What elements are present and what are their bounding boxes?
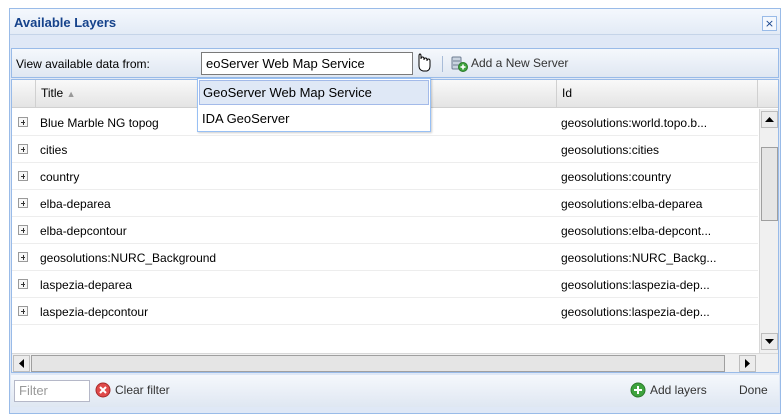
scroll-right-icon[interactable]	[739, 355, 756, 372]
plus-expander-icon[interactable]	[18, 198, 28, 208]
add-server-label: Add a New Server	[471, 56, 569, 70]
toolbar-separator	[442, 56, 443, 72]
scroll-down-icon[interactable]	[761, 333, 778, 350]
table-row[interactable]: laspezia-depcontour geosolutions:laspezia…	[12, 298, 758, 325]
dropdown-option-ida-geoserver[interactable]: IDA GeoServer	[199, 107, 429, 132]
layer-title-cell: elba-depcontour	[40, 224, 127, 238]
layer-id-cell: geosolutions:elba-deparea	[561, 197, 703, 211]
table-row[interactable]: laspezia-deparea geosolutions:laspezia-de…	[12, 271, 758, 298]
horizontal-scrollbar[interactable]	[12, 353, 778, 372]
layer-title-cell: elba-deparea	[40, 197, 111, 211]
plus-expander-icon[interactable]	[18, 117, 28, 127]
plus-expander-icon[interactable]	[18, 144, 28, 154]
horizontal-scroll-thumb[interactable]	[31, 355, 725, 372]
add-icon	[630, 382, 646, 398]
grid-bottom-toolbar: Filter Clear filter Add layers Done	[11, 375, 779, 407]
add-layers-button[interactable]: Add layers	[630, 382, 707, 399]
clear-filter-button[interactable]: Clear filter	[95, 382, 170, 399]
server-dropdown-list: GeoServer Web Map Service IDA GeoServer	[197, 78, 431, 132]
layer-id-cell: geosolutions:world.topo.b...	[561, 116, 708, 130]
dropdown-arrow-icon[interactable]	[415, 52, 433, 75]
expander-column-header	[12, 80, 36, 108]
table-row[interactable]: cities geosolutions:cities	[12, 136, 758, 163]
plus-expander-icon[interactable]	[18, 171, 28, 181]
database-add-icon	[450, 56, 468, 72]
clear-filter-label: Clear filter	[115, 383, 170, 397]
plus-expander-icon[interactable]	[18, 252, 28, 262]
title-header-label: Title	[41, 86, 64, 100]
vertical-scrollbar[interactable]	[759, 109, 778, 353]
server-select[interactable]: eoServer Web Map Service	[201, 52, 413, 75]
plus-expander-icon[interactable]	[18, 225, 28, 235]
layer-title-cell: laspezia-deparea	[40, 278, 133, 292]
layer-id-cell: geosolutions:NURC_Backg...	[561, 251, 717, 265]
id-header-label: Id	[562, 86, 573, 100]
add-layers-label: Add layers	[650, 383, 707, 397]
layer-id-cell: geosolutions:laspezia-dep...	[561, 305, 710, 319]
layer-id-cell: geosolutions:cities	[561, 143, 660, 157]
vertical-scroll-thumb[interactable]	[761, 147, 778, 221]
layer-id-cell: geosolutions:elba-depcont...	[561, 224, 712, 238]
sort-ascending-icon: ▲	[66, 89, 76, 99]
filter-input[interactable]: Filter	[14, 380, 90, 402]
plus-expander-icon[interactable]	[18, 306, 28, 316]
layer-title-cell: Blue Marble NG topog	[40, 116, 159, 130]
layer-id-cell: geosolutions:laspezia-dep...	[561, 278, 710, 292]
window-titlebar: Available Layers ×	[10, 9, 780, 35]
close-icon[interactable]: ×	[762, 16, 777, 31]
server-toolbar: View available data from: eoServer Web M…	[11, 48, 779, 78]
scroll-left-icon[interactable]	[13, 355, 30, 372]
layer-title-cell: geosolutions:NURC_Background	[40, 251, 217, 265]
table-row[interactable]: geosolutions:NURC_Background geosolutions…	[12, 244, 758, 271]
window-title: Available Layers	[14, 15, 117, 30]
add-server-button[interactable]: Add a New Server	[450, 54, 568, 74]
dropdown-option-geoserver-wms[interactable]: GeoServer Web Map Service	[199, 80, 429, 105]
done-button[interactable]: Done	[739, 382, 768, 399]
layer-id-cell: geosolutions:country	[561, 170, 672, 184]
id-column-header[interactable]: Id	[557, 80, 758, 108]
scroll-up-icon[interactable]	[761, 111, 778, 128]
server-select-value: eoServer Web Map Service	[206, 56, 365, 71]
available-layers-window: Available Layers × View available data f…	[9, 8, 781, 414]
table-row[interactable]: elba-deparea geosolutions:elba-deparea	[12, 190, 758, 217]
table-row[interactable]: country geosolutions:country	[12, 163, 758, 190]
view-data-from-label: View available data from:	[16, 57, 150, 71]
layer-title-cell: laspezia-depcontour	[40, 305, 149, 319]
table-row[interactable]: elba-depcontour geosolutions:elba-depcont…	[12, 217, 758, 244]
layer-title-cell: cities	[40, 143, 68, 157]
layer-title-cell: country	[40, 170, 80, 184]
clear-filter-icon	[95, 382, 111, 398]
plus-expander-icon[interactable]	[18, 279, 28, 289]
